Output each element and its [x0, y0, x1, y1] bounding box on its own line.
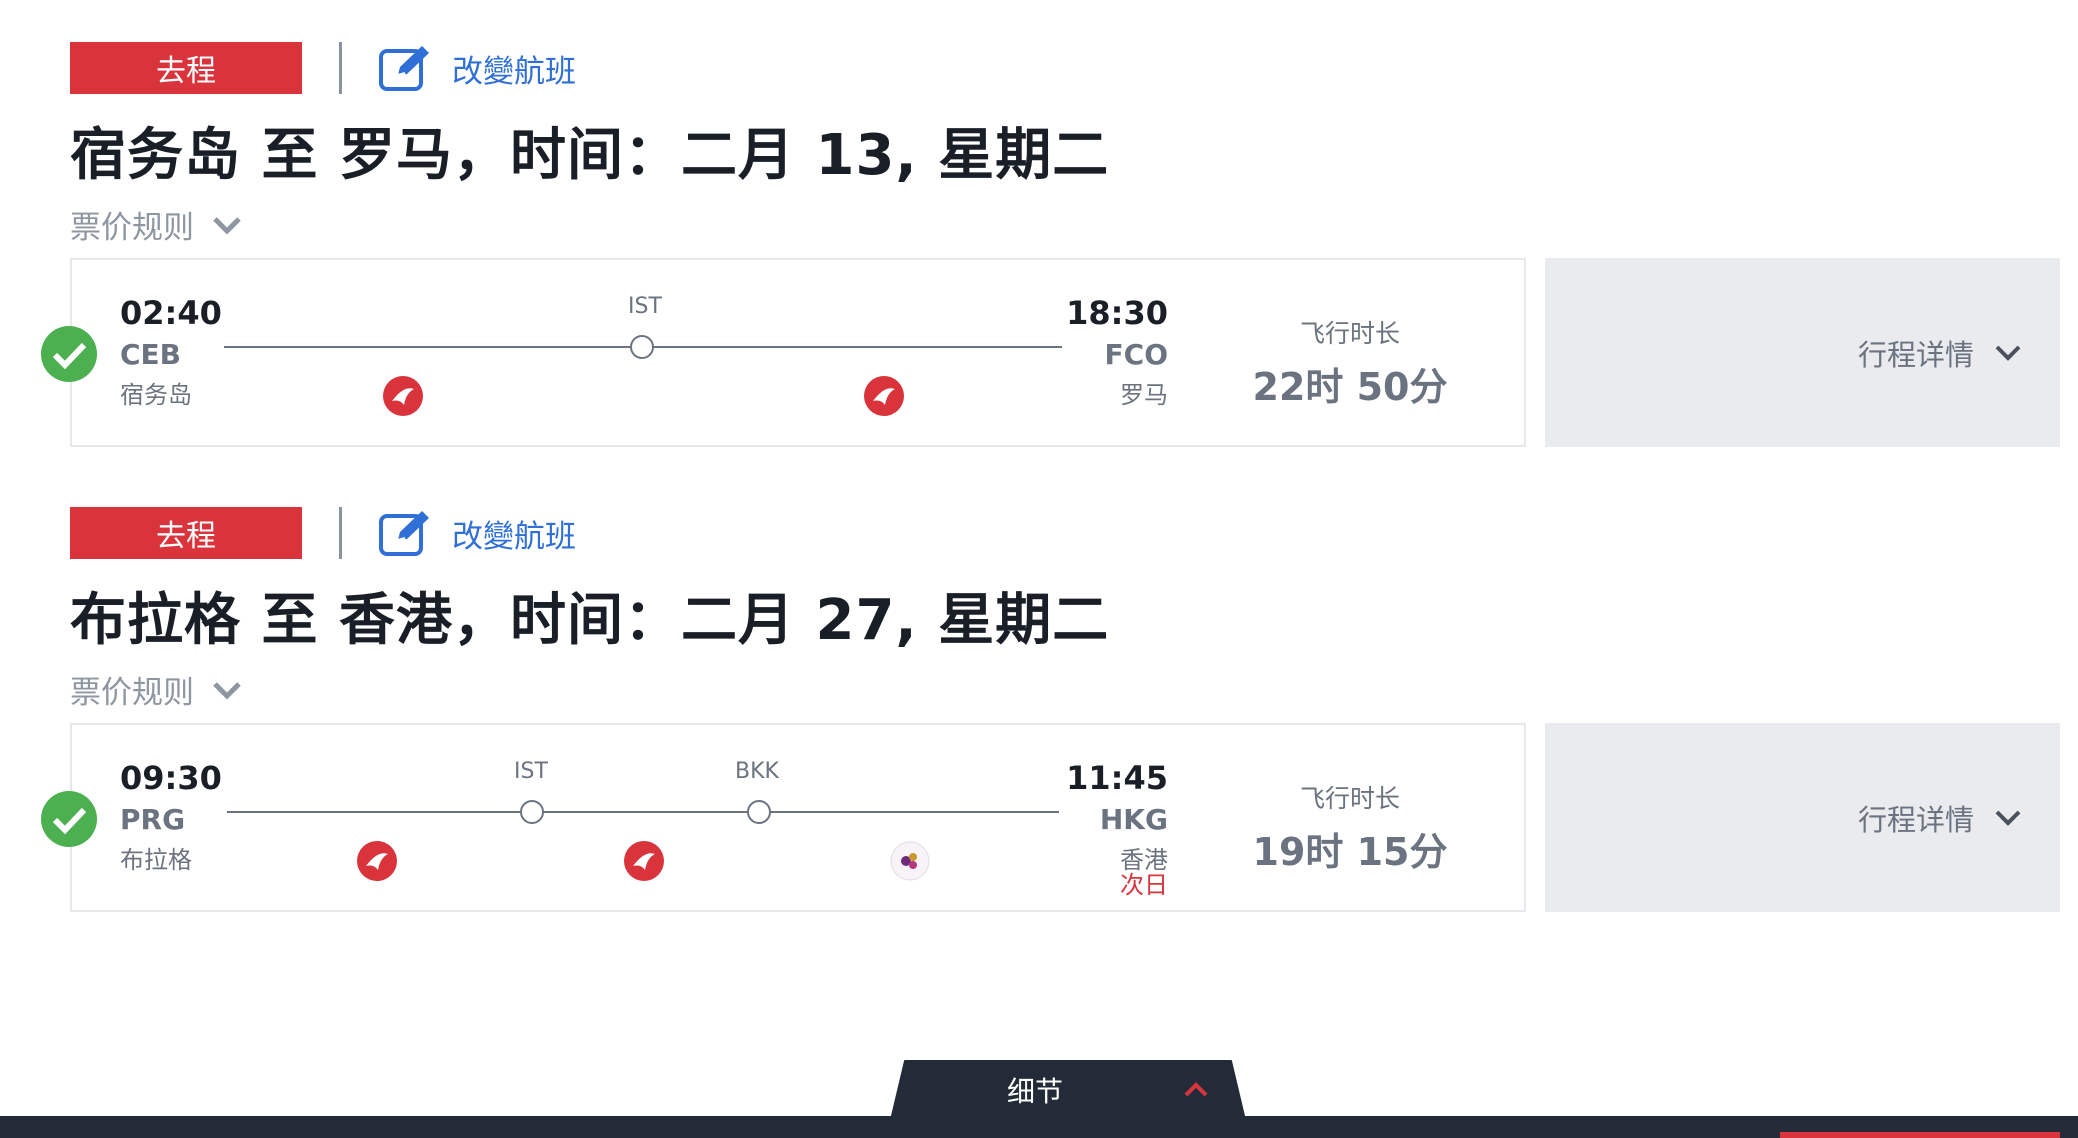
flight-card: [70, 723, 1526, 912]
arrival-airport-code: FCO: [1104, 338, 1168, 371]
thai-airways-logo: [890, 841, 930, 881]
arrival-time: 18:30: [1066, 294, 1168, 332]
edit-icon: [379, 511, 429, 556]
departure-airport-code: CEB: [120, 338, 182, 371]
edit-icon: [379, 46, 429, 91]
itinerary-details-label: 行程详情: [1857, 337, 1974, 372]
turkish-airlines-logo: [357, 841, 397, 881]
divider: [339, 42, 342, 94]
turkish-airlines-logo: [864, 376, 904, 416]
duration-label: 飞行时长: [1299, 319, 1400, 348]
stop-dot: [520, 800, 544, 824]
route-title: 布拉格 至 香港，时间：二月 27, 星期二: [70, 588, 1110, 653]
bottom-accent-bar: [1780, 1132, 2060, 1138]
chevron-up-icon: [1184, 1082, 1208, 1097]
chevron-down-icon: [213, 681, 241, 700]
chevron-down-icon: [1995, 810, 2021, 826]
change-flight-button[interactable]: 改變航班: [378, 40, 576, 96]
departure-time: 09:30: [120, 759, 222, 797]
chevron-down-icon: [213, 216, 241, 235]
departure-city: 布拉格: [120, 846, 192, 874]
change-flight-button[interactable]: 改變航班: [378, 505, 576, 561]
duration-value: 19时 15分: [1252, 830, 1448, 874]
details-toggle-tab[interactable]: 细节: [890, 1060, 1246, 1120]
arrival-city: 罗马: [1120, 381, 1168, 409]
outbound-badge: 去程: [70, 507, 302, 559]
fare-rules-toggle[interactable]: 票价规则: [70, 667, 242, 712]
stop-dot: [630, 335, 654, 359]
stop-dot: [747, 800, 771, 824]
fare-rules-toggle[interactable]: 票价规则: [70, 202, 242, 247]
route-timeline: [227, 800, 1059, 824]
itinerary-details-button[interactable]: 行程详情: [1545, 723, 2060, 912]
flight-card: [70, 258, 1526, 447]
fare-rules-label: 票价规则: [70, 675, 194, 711]
stop-code: IST: [628, 294, 662, 319]
route-title: 宿务岛 至 罗马，时间：二月 13, 星期二: [70, 123, 1110, 188]
turkish-airlines-logo: [383, 376, 423, 416]
departure-airport-code: PRG: [120, 803, 186, 836]
turkish-airlines-logo: [624, 841, 664, 881]
details-tab-label: 细节: [1006, 1075, 1063, 1108]
change-flight-label: 改變航班: [452, 53, 576, 90]
itinerary-details-label: 行程详情: [1857, 802, 1974, 837]
check-circle-icon: [41, 791, 97, 847]
next-day-indicator: 次日: [1120, 871, 1168, 899]
route-timeline: [224, 335, 1062, 359]
chevron-down-icon: [1995, 345, 2021, 361]
itinerary-details-button[interactable]: 行程详情: [1545, 258, 2060, 447]
stop-code: BKK: [735, 759, 779, 784]
departure-city: 宿务岛: [120, 381, 192, 409]
departure-time: 02:40: [120, 294, 222, 332]
duration-value: 22时 50分: [1252, 365, 1448, 409]
check-circle-icon: [41, 326, 97, 382]
stop-code: IST: [514, 759, 548, 784]
divider: [339, 507, 342, 559]
duration-label: 飞行时长: [1299, 784, 1400, 813]
outbound-badge: 去程: [70, 42, 302, 94]
arrival-airport-code: HKG: [1099, 803, 1168, 836]
change-flight-label: 改變航班: [452, 518, 576, 555]
arrival-time: 11:45: [1066, 759, 1168, 797]
fare-rules-label: 票价规则: [70, 210, 194, 246]
